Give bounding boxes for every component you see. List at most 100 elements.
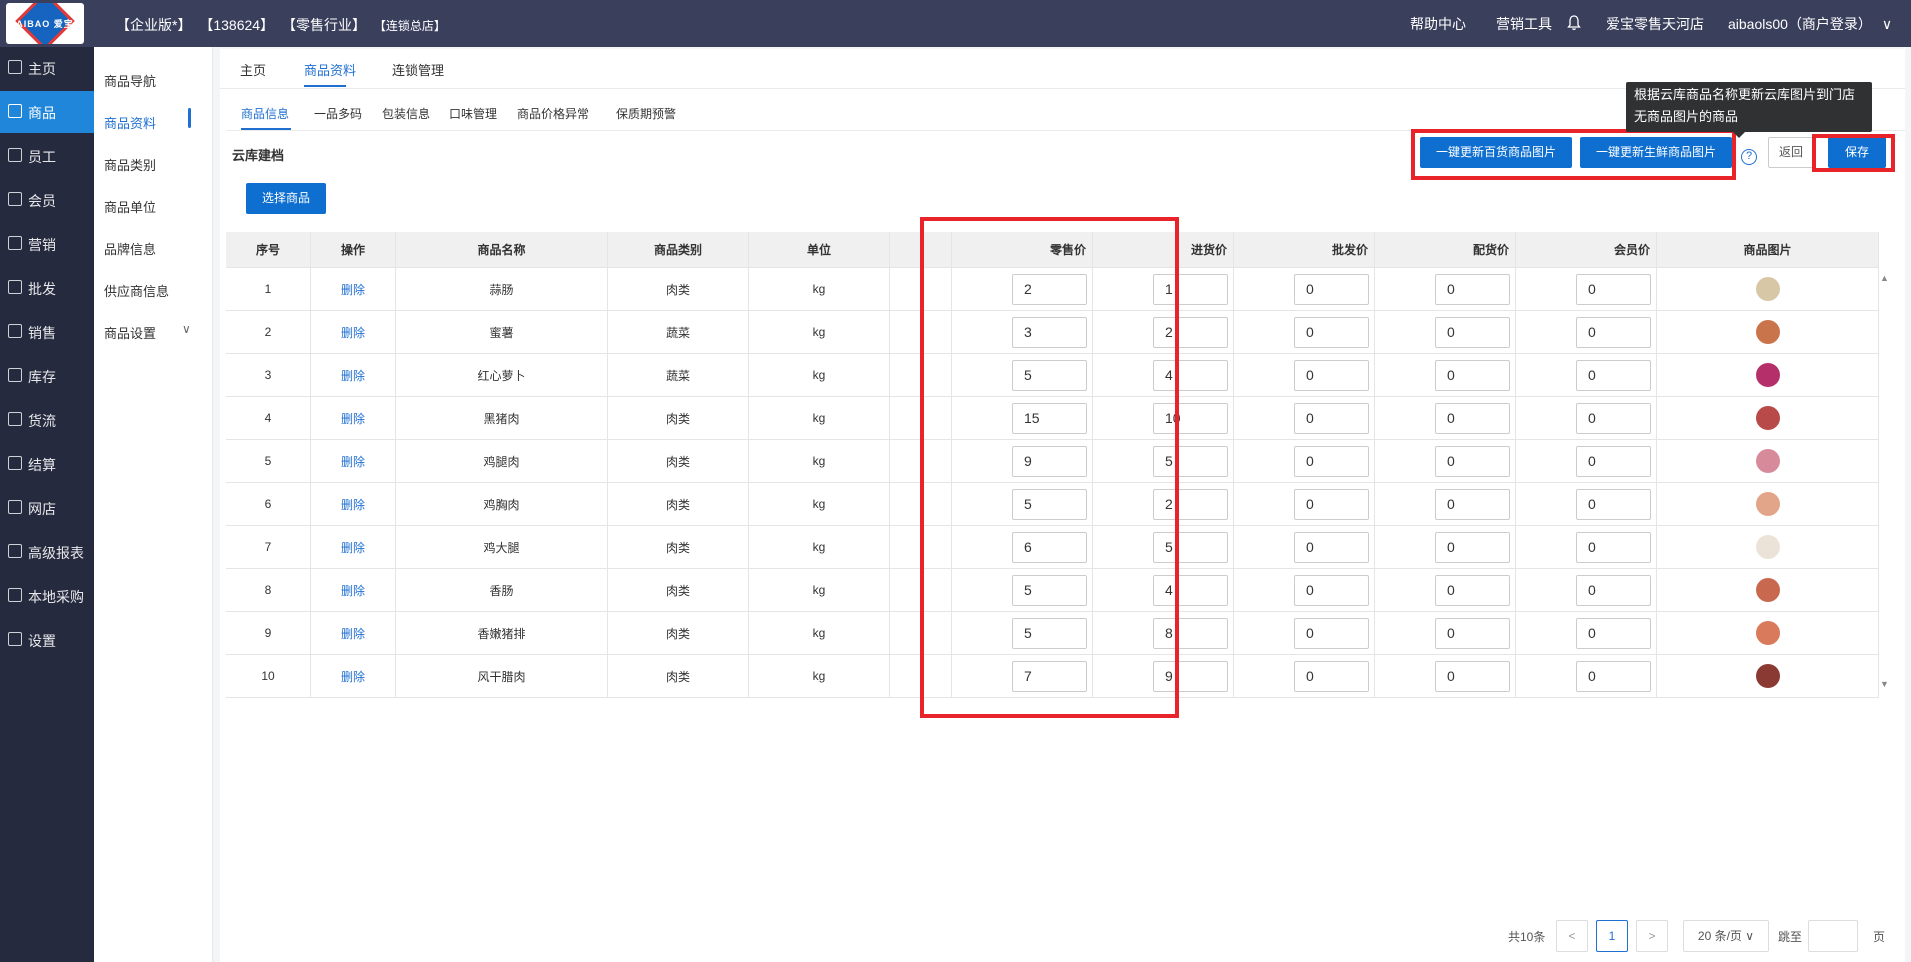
member-price-input[interactable]: 0 (1576, 274, 1651, 305)
retail-price-input[interactable]: 5 (1012, 360, 1087, 391)
shop-name[interactable]: 爱宝零售天河店 (1606, 14, 1704, 34)
wholesale-price-input[interactable]: 0 (1294, 661, 1369, 692)
distribution-price-input[interactable]: 0 (1435, 532, 1510, 563)
distribution-price-input[interactable]: 0 (1435, 360, 1510, 391)
product-image[interactable] (1755, 578, 1780, 602)
chevron-down-icon[interactable]: ∨ (182, 322, 191, 336)
sub-nav-item[interactable]: 商品设置 (104, 323, 156, 342)
nav-item[interactable]: 员工 (0, 135, 94, 177)
info-tab[interactable]: 包装信息 (382, 105, 430, 122)
info-tab[interactable]: 商品信息 (241, 105, 289, 122)
retail-price-input[interactable]: 7 (1012, 661, 1087, 692)
info-tab[interactable]: 口味管理 (449, 105, 497, 122)
purchase-price-input[interactable]: 10 (1153, 403, 1228, 434)
purchase-price-input[interactable]: 5 (1153, 532, 1228, 563)
delete-link[interactable]: 删除 (341, 453, 365, 470)
purchase-price-input[interactable]: 1 (1153, 274, 1228, 305)
purchase-price-input[interactable]: 4 (1153, 575, 1228, 606)
page-size-select[interactable]: 20 条/页 ∨ (1683, 920, 1769, 952)
delete-link[interactable]: 删除 (341, 281, 365, 298)
scroll-up-icon[interactable]: ▲ (1880, 273, 1889, 283)
retail-price-input[interactable]: 2 (1012, 274, 1087, 305)
member-price-input[interactable]: 0 (1576, 446, 1651, 477)
distribution-price-input[interactable]: 0 (1435, 618, 1510, 649)
nav-item[interactable]: 批发 (0, 267, 94, 309)
nav-item[interactable]: 高级报表 (0, 531, 94, 573)
retail-price-input[interactable]: 3 (1012, 317, 1087, 348)
distribution-price-input[interactable]: 0 (1435, 489, 1510, 520)
delete-link[interactable]: 删除 (341, 582, 365, 599)
member-price-input[interactable]: 0 (1576, 618, 1651, 649)
delete-link[interactable]: 删除 (341, 668, 365, 685)
nav-item[interactable]: 库存 (0, 355, 94, 397)
product-image[interactable] (1755, 406, 1780, 430)
product-image[interactable] (1755, 535, 1780, 559)
retail-price-input[interactable]: 6 (1012, 532, 1087, 563)
back-button[interactable]: 返回 (1768, 137, 1814, 168)
sub-nav-item[interactable]: 供应商信息 (104, 281, 169, 300)
info-tab[interactable]: 商品价格异常 (517, 105, 589, 122)
delete-link[interactable]: 删除 (341, 625, 365, 642)
jump-page-input[interactable] (1808, 920, 1858, 952)
nav-item[interactable]: 货流 (0, 399, 94, 441)
info-tab[interactable]: 保质期预警 (616, 105, 676, 122)
retail-price-input[interactable]: 5 (1012, 618, 1087, 649)
purchase-price-input[interactable]: 2 (1153, 489, 1228, 520)
help-center-link[interactable]: 帮助中心 (1410, 14, 1466, 34)
retail-price-input[interactable]: 9 (1012, 446, 1087, 477)
info-tab[interactable]: 一品多码 (314, 105, 362, 122)
nav-item[interactable]: 主页 (0, 47, 94, 89)
member-price-input[interactable]: 0 (1576, 360, 1651, 391)
prev-page-button[interactable]: < (1556, 920, 1588, 952)
purchase-price-input[interactable]: 5 (1153, 446, 1228, 477)
wholesale-price-input[interactable]: 0 (1294, 360, 1369, 391)
sub-nav-item[interactable]: 商品资料 (104, 113, 156, 132)
member-price-input[interactable]: 0 (1576, 489, 1651, 520)
page-tab[interactable]: 主页 (240, 60, 266, 79)
product-image[interactable] (1755, 363, 1780, 387)
sub-nav-item[interactable]: 品牌信息 (104, 239, 156, 258)
wholesale-price-input[interactable]: 0 (1294, 532, 1369, 563)
delete-link[interactable]: 删除 (341, 367, 365, 384)
marketing-tools-link[interactable]: 营销工具 (1496, 14, 1552, 34)
scroll-down-icon[interactable]: ▼ (1880, 679, 1889, 689)
wholesale-price-input[interactable]: 0 (1294, 317, 1369, 348)
wholesale-price-input[interactable]: 0 (1294, 618, 1369, 649)
product-image[interactable] (1755, 449, 1780, 473)
product-image[interactable] (1755, 320, 1780, 344)
distribution-price-input[interactable]: 0 (1435, 317, 1510, 348)
nav-item[interactable]: 结算 (0, 443, 94, 485)
sub-nav-item[interactable]: 商品单位 (104, 197, 156, 216)
distribution-price-input[interactable]: 0 (1435, 274, 1510, 305)
aibao-logo[interactable]: AIBAO 爱宝 (6, 3, 84, 44)
retail-price-input[interactable]: 5 (1012, 575, 1087, 606)
wholesale-price-input[interactable]: 0 (1294, 489, 1369, 520)
nav-item[interactable]: 设置 (0, 619, 94, 661)
purchase-price-input[interactable]: 9 (1153, 661, 1228, 692)
save-button[interactable]: 保存 (1828, 137, 1886, 168)
delete-link[interactable]: 删除 (341, 410, 365, 427)
distribution-price-input[interactable]: 0 (1435, 575, 1510, 606)
update-general-images-button[interactable]: 一键更新百货商品图片 (1420, 137, 1572, 168)
nav-item[interactable]: 网店 (0, 487, 94, 529)
product-image[interactable] (1755, 664, 1780, 688)
distribution-price-input[interactable]: 0 (1435, 446, 1510, 477)
purchase-price-input[interactable]: 4 (1153, 360, 1228, 391)
help-icon[interactable]: ? (1741, 149, 1757, 165)
member-price-input[interactable]: 0 (1576, 317, 1651, 348)
distribution-price-input[interactable]: 0 (1435, 661, 1510, 692)
nav-item[interactable]: 销售 (0, 311, 94, 353)
sub-nav-item[interactable]: 商品导航 (104, 71, 156, 90)
select-goods-button[interactable]: 选择商品 (246, 183, 326, 214)
wholesale-price-input[interactable]: 0 (1294, 403, 1369, 434)
delete-link[interactable]: 删除 (341, 496, 365, 513)
wholesale-price-input[interactable]: 0 (1294, 446, 1369, 477)
sub-nav-item[interactable]: 商品类别 (104, 155, 156, 174)
nav-item[interactable]: 会员 (0, 179, 94, 221)
product-image[interactable] (1755, 277, 1780, 301)
member-price-input[interactable]: 0 (1576, 661, 1651, 692)
purchase-price-input[interactable]: 8 (1153, 618, 1228, 649)
member-price-input[interactable]: 0 (1576, 403, 1651, 434)
page-tab[interactable]: 商品资料 (304, 60, 356, 79)
distribution-price-input[interactable]: 0 (1435, 403, 1510, 434)
